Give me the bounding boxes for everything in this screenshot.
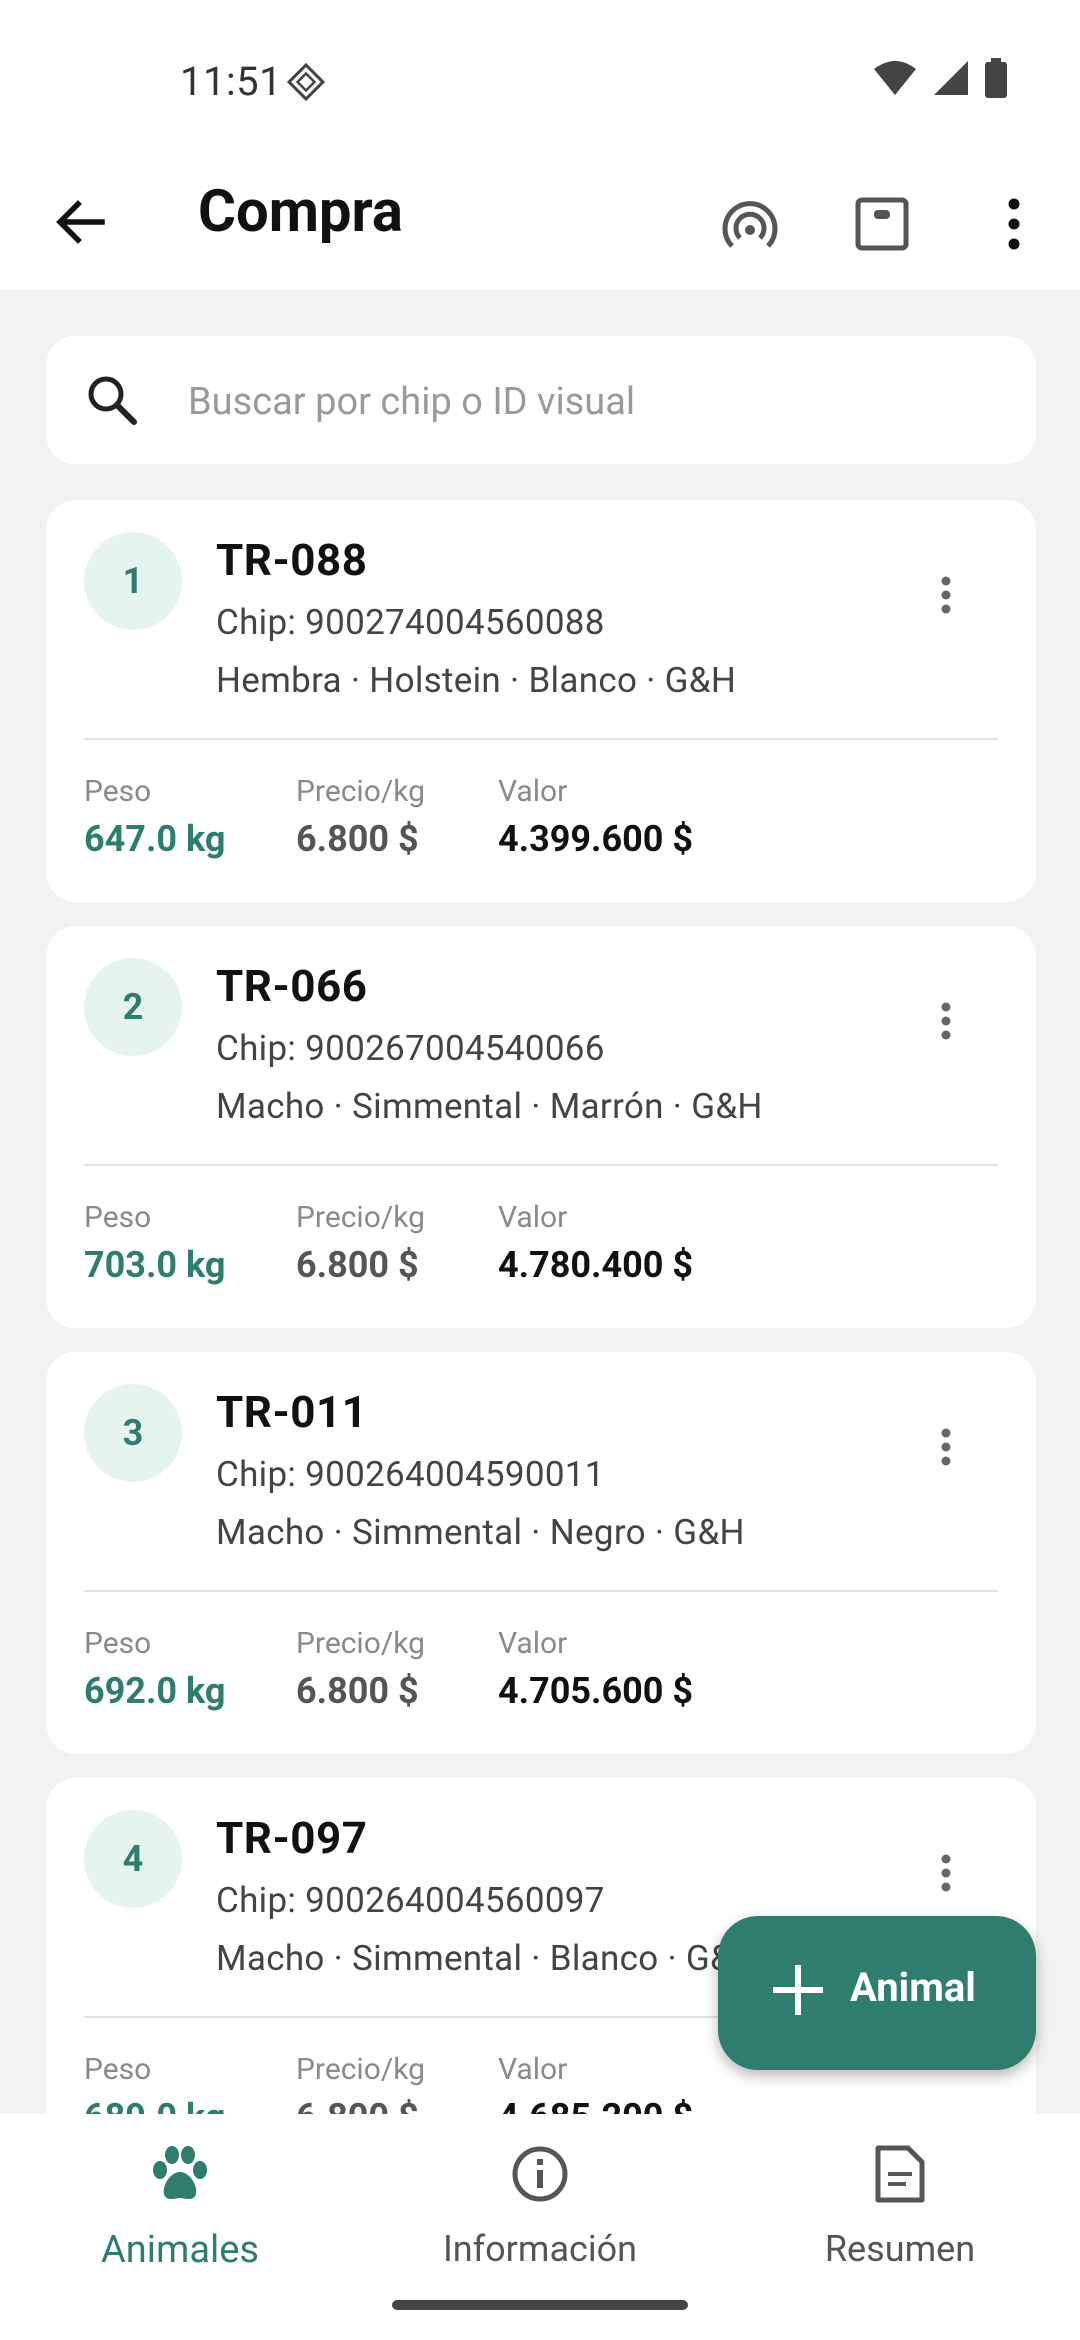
status-bar: 11:51 bbox=[0, 0, 1080, 160]
weight-label: Peso bbox=[84, 1200, 152, 1235]
animal-description: Macho · Simmental · Marrón · G&H bbox=[216, 1086, 763, 1127]
nav-item-informacion[interactable]: Información bbox=[360, 2114, 720, 2314]
animal-list: 1 TR-088 Chip: 900274004560088 Hembra · … bbox=[0, 500, 1080, 2114]
animal-card[interactable]: 2 TR-066 Chip: 900267004540066 Macho · S… bbox=[46, 926, 1036, 1328]
home-indicator[interactable] bbox=[392, 2300, 688, 2310]
animal-chip: Chip: 900264004590011 bbox=[216, 1454, 605, 1495]
search-icon bbox=[84, 372, 140, 432]
more-options-button[interactable] bbox=[972, 182, 1056, 266]
index-badge: 3 bbox=[84, 1384, 182, 1482]
arrow-back-icon bbox=[56, 200, 105, 244]
page-title: Compra bbox=[198, 178, 403, 246]
divider bbox=[84, 1590, 998, 1592]
index-badge: 2 bbox=[84, 958, 182, 1056]
app-bar: Compra bbox=[0, 160, 1080, 290]
animal-chip: Chip: 900274004560088 bbox=[216, 602, 605, 643]
plus-icon bbox=[770, 1962, 826, 2022]
status-icons bbox=[872, 58, 1008, 102]
price-value: 6.800 $ bbox=[296, 2096, 419, 2114]
weight-value: 703.0 kg bbox=[84, 1244, 226, 1286]
developer-options-icon bbox=[286, 62, 326, 106]
animal-card[interactable]: 3 TR-011 Chip: 900264004590011 Macho · S… bbox=[46, 1352, 1036, 1754]
value-label: Valor bbox=[498, 1626, 568, 1661]
animal-id: TR-066 bbox=[216, 960, 368, 1012]
value-label: Valor bbox=[498, 2052, 568, 2087]
animal-card[interactable]: 1 TR-088 Chip: 900274004560088 Hembra · … bbox=[46, 500, 1036, 902]
nav-item-resumen[interactable]: Resumen bbox=[720, 2114, 1080, 2314]
price-value: 6.800 $ bbox=[296, 818, 419, 860]
nav-item-animales[interactable]: Animales bbox=[0, 2114, 360, 2314]
index-badge: 4 bbox=[84, 1810, 182, 1908]
weight-label: Peso bbox=[84, 774, 152, 809]
add-animal-label: Animal bbox=[850, 1964, 976, 2011]
animal-id: TR-011 bbox=[216, 1386, 368, 1438]
card-menu-button[interactable] bbox=[914, 1412, 978, 1482]
nfc-scan-button[interactable] bbox=[708, 182, 792, 266]
price-label: Precio/kg bbox=[296, 1626, 425, 1661]
animal-id: TR-097 bbox=[216, 1812, 368, 1864]
animal-description: Hembra · Holstein · Blanco · G&H bbox=[216, 660, 737, 701]
weight-value: 692.0 kg bbox=[84, 1670, 226, 1712]
info-icon bbox=[360, 2144, 720, 2204]
battery-icon bbox=[984, 58, 1008, 102]
more-vert-icon bbox=[1008, 198, 1020, 250]
price-value: 6.800 $ bbox=[296, 1670, 419, 1712]
animal-chip: Chip: 900264004560097 bbox=[216, 1880, 605, 1921]
price-value: 6.800 $ bbox=[296, 1244, 419, 1286]
nav-label: Animales bbox=[100, 2228, 259, 2272]
search-input[interactable] bbox=[186, 366, 990, 438]
nav-label: Información bbox=[442, 2228, 638, 2270]
more-vert-icon bbox=[941, 1428, 951, 1466]
animal-id: TR-088 bbox=[216, 534, 368, 586]
nav-label: Resumen bbox=[824, 2228, 976, 2270]
document-icon bbox=[720, 2144, 1080, 2204]
signal-icon bbox=[932, 59, 970, 101]
value-label: Valor bbox=[498, 1200, 568, 1235]
total-value: 4.705.600 $ bbox=[498, 1670, 694, 1712]
index-badge: 1 bbox=[84, 532, 182, 630]
more-vert-icon bbox=[941, 1002, 951, 1040]
divider bbox=[84, 738, 998, 740]
status-time: 11:51 bbox=[180, 58, 283, 105]
add-animal-button[interactable]: Animal bbox=[718, 1916, 1036, 2070]
total-value: 4.685.200 $ bbox=[498, 2096, 693, 2114]
card-menu-button[interactable] bbox=[914, 1838, 978, 1908]
weight-label: Peso bbox=[84, 2052, 152, 2087]
more-vert-icon bbox=[941, 576, 951, 614]
paw-icon bbox=[0, 2144, 360, 2204]
animal-description: Macho · Simmental · Blanco · G&H bbox=[216, 1938, 758, 1979]
nfc-icon bbox=[722, 201, 778, 248]
price-label: Precio/kg bbox=[296, 774, 425, 809]
more-vert-icon bbox=[941, 1854, 951, 1892]
total-value: 4.780.400 $ bbox=[498, 1244, 694, 1286]
divider bbox=[84, 1164, 998, 1166]
price-label: Precio/kg bbox=[296, 1200, 425, 1235]
weight-label: Peso bbox=[84, 1626, 152, 1661]
search-bar bbox=[46, 336, 1036, 464]
animal-description: Macho · Simmental · Negro · G&H bbox=[216, 1512, 745, 1553]
value-label: Valor bbox=[498, 774, 568, 809]
weight-value: 689.0 kg bbox=[84, 2096, 225, 2114]
price-label: Precio/kg bbox=[296, 2052, 425, 2087]
card-menu-button[interactable] bbox=[914, 560, 978, 630]
total-value: 4.399.600 $ bbox=[498, 818, 694, 860]
scale-icon bbox=[855, 197, 909, 251]
back-button[interactable] bbox=[40, 182, 120, 262]
scale-button[interactable] bbox=[840, 182, 924, 266]
card-menu-button[interactable] bbox=[914, 986, 978, 1056]
wifi-icon bbox=[872, 59, 918, 101]
animal-chip: Chip: 900267004540066 bbox=[216, 1028, 605, 1069]
weight-value: 647.0 kg bbox=[84, 818, 226, 860]
